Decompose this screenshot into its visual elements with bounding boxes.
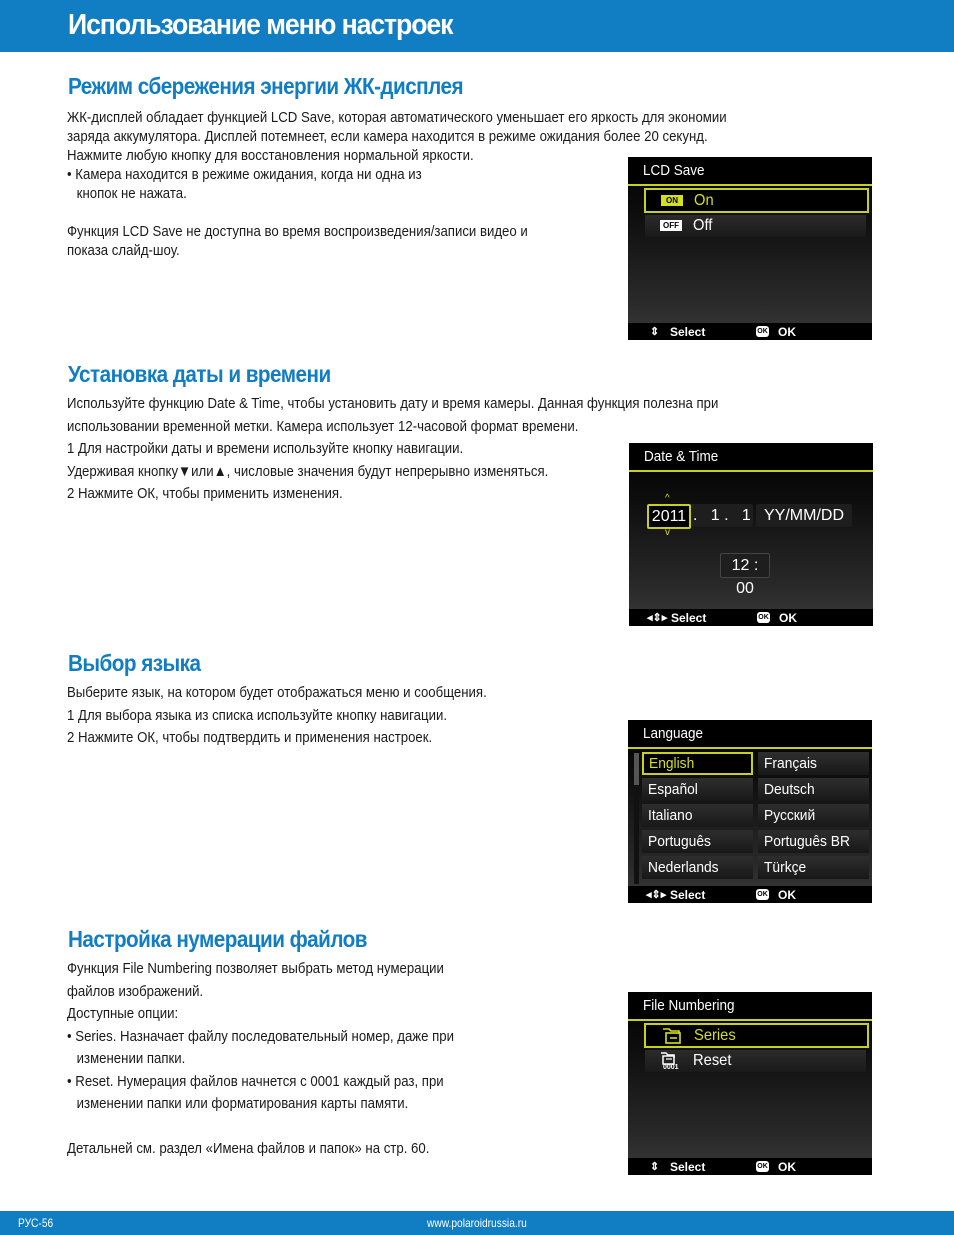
text-line: изменении папки. — [76, 1050, 186, 1067]
option-series[interactable]: Series — [644, 1023, 869, 1048]
up-down-arrows-icon: ⇕ — [650, 326, 660, 338]
down-triangle-icon: ▼ — [178, 462, 192, 480]
ok-hint: OK — [778, 888, 796, 902]
section-heading-file-numbering: Настройка нумерации файлов — [68, 926, 368, 952]
caret-up-icon: ^ — [665, 493, 670, 504]
language-option-english[interactable]: English — [642, 752, 753, 775]
screen-title: File Numbering — [628, 992, 872, 1021]
ok-button-icon: OK — [756, 889, 769, 900]
screen-bottom-bar: ◂⇕▸ Select OK OK — [629, 609, 873, 626]
language-option-nederlands[interactable]: Nederlands — [642, 856, 753, 879]
text-line: заряда аккумулятора. Дисплей потемнеет, … — [67, 128, 708, 145]
language-option-portugues-br[interactable]: Português BR — [758, 830, 869, 853]
screen-bottom-bar: ◂⇕▸ Select OK OK — [628, 886, 872, 903]
screen-bottom-bar: ⇕ Select OK OK — [628, 323, 872, 340]
scrollbar-thumb[interactable] — [634, 753, 639, 785]
text-line: Удерживая кнопку▼или▲, числовые значения… — [67, 461, 718, 484]
folder-series-icon — [663, 1028, 681, 1044]
text-line: Используйте функцию Date & Time, чтобы у… — [67, 395, 719, 412]
four-way-arrows-icon: ◂⇕▸ — [647, 612, 668, 624]
up-triangle-icon: ▲ — [213, 462, 227, 480]
text-line: Детальней см. раздел «Имена файлов и пап… — [67, 1140, 430, 1157]
date-time-text: Используйте функцию Date & Time, чтобы у… — [67, 393, 718, 506]
text-line: 2 Нажмите ОК, чтобы подтвердить и примен… — [67, 729, 433, 746]
folder-reset-icon: 0001 — [661, 1052, 679, 1070]
on-badge-icon: ON — [661, 195, 683, 206]
select-hint: Select — [670, 1160, 706, 1174]
file-numbering-text: Функция File Numbering позволяет выбрать… — [67, 958, 454, 1161]
ok-button-icon: OK — [756, 326, 769, 337]
file-numbering-screen: File Numbering Series 0001 Reset ⇕ Selec… — [628, 992, 872, 1175]
screen-bottom-bar: ⇕ Select OK OK — [628, 1158, 872, 1175]
screen-title: Language — [628, 720, 872, 749]
language-option-deutsch[interactable]: Deutsch — [758, 778, 869, 801]
up-down-arrows-icon: ⇕ — [650, 1161, 660, 1173]
text-fragment: , числовые значения будут непрерывно изм… — [226, 462, 549, 480]
off-badge-icon: OFF — [660, 220, 682, 231]
language-text: Выберите язык, на котором будет отобража… — [67, 682, 487, 750]
ok-button-icon: OK — [757, 612, 770, 623]
select-hint: Select — [670, 888, 706, 902]
text-line: Выберите язык, на котором будет отобража… — [67, 684, 487, 701]
screen-title: Date & Time — [629, 443, 873, 472]
option-label: On — [694, 192, 714, 209]
section-heading-date-time: Установка даты и времени — [68, 361, 331, 387]
language-option-francais[interactable]: Français — [758, 752, 869, 775]
screen-title: LCD Save — [628, 157, 872, 186]
section-heading-language: Выбор языка — [68, 650, 201, 676]
year-field[interactable]: 2011 — [647, 504, 691, 529]
text-line: Функция File Numbering позволяет выбрать… — [67, 960, 444, 977]
language-option-portugues[interactable]: Português — [642, 830, 753, 853]
language-option-espanol[interactable]: Español — [642, 778, 753, 801]
select-hint: Select — [670, 325, 706, 339]
page-footer: РУС-56 www.polaroidrussia.ru — [0, 1211, 954, 1235]
scrollbar[interactable] — [634, 753, 639, 884]
text-line: Доступные опции: — [67, 1005, 179, 1022]
ok-hint: OK — [778, 1160, 796, 1174]
select-hint: Select — [671, 611, 707, 625]
text-line: файлов изображений. — [67, 982, 204, 1000]
text-fragment: или — [191, 462, 214, 480]
ok-hint: OK — [778, 325, 796, 339]
date-format-field[interactable]: YY/MM/DD — [756, 504, 852, 527]
page-header: Использование меню настроек — [0, 0, 954, 52]
four-way-arrows-icon: ◂⇕▸ — [646, 889, 667, 901]
language-option-italiano[interactable]: Italiano — [642, 804, 753, 827]
language-option-russian[interactable]: Русский — [758, 804, 869, 827]
website-link[interactable]: www.polaroidrussia.ru — [427, 1216, 527, 1230]
page-title: Использование меню настроек — [68, 9, 453, 41]
language-screen: Language English Français Español Deutsc… — [628, 720, 872, 903]
ok-hint: OK — [779, 611, 797, 625]
date-time-screen: Date & Time ^ 2011 v . 1 . 1 YY/MM/DD 12… — [629, 443, 873, 626]
option-reset[interactable]: 0001 Reset — [645, 1050, 866, 1072]
language-option-turkce[interactable]: Türkçe — [758, 856, 869, 879]
text-fragment: Удерживая кнопку — [67, 462, 179, 480]
option-on[interactable]: ON On — [644, 188, 869, 213]
text-line: 1 Для выбора языка из списка используйте… — [67, 706, 448, 724]
option-off[interactable]: OFF Off — [645, 215, 866, 237]
text-line: изменении папки или форматирования карты… — [76, 1095, 409, 1112]
text-line: ЖК-дисплей обладает функцией LCD Save, к… — [67, 109, 727, 126]
caret-down-icon: v — [665, 527, 670, 538]
time-field[interactable]: 12 : 00 — [720, 553, 770, 597]
ok-button-icon: OK — [756, 1161, 769, 1172]
month-day-field[interactable]: . 1 . 1 — [691, 504, 753, 527]
text-line: 2 Нажмите ОК, чтобы применить изменения. — [67, 485, 343, 502]
page-number: РУС-56 — [18, 1216, 54, 1230]
bullet-line: • Series. Назначает файлу последовательн… — [67, 1027, 455, 1045]
bullet-line: • Reset. Нумерация файлов начнется с 000… — [67, 1072, 444, 1090]
lcd-save-screen: LCD Save ON On OFF Off ⇕ Select OK OK — [628, 157, 872, 340]
option-label: Reset — [693, 1052, 732, 1069]
text-line: 1 Для настройки даты и времени используй… — [67, 440, 464, 457]
section-heading-lcd-save: Режим сбережения энергии ЖК-дисплея — [68, 73, 464, 99]
option-label: Off — [693, 217, 713, 234]
svg-text:0001: 0001 — [663, 1064, 679, 1070]
text-line: использовании временной метки. Камера ис… — [67, 417, 579, 435]
option-label: Series — [694, 1027, 736, 1044]
